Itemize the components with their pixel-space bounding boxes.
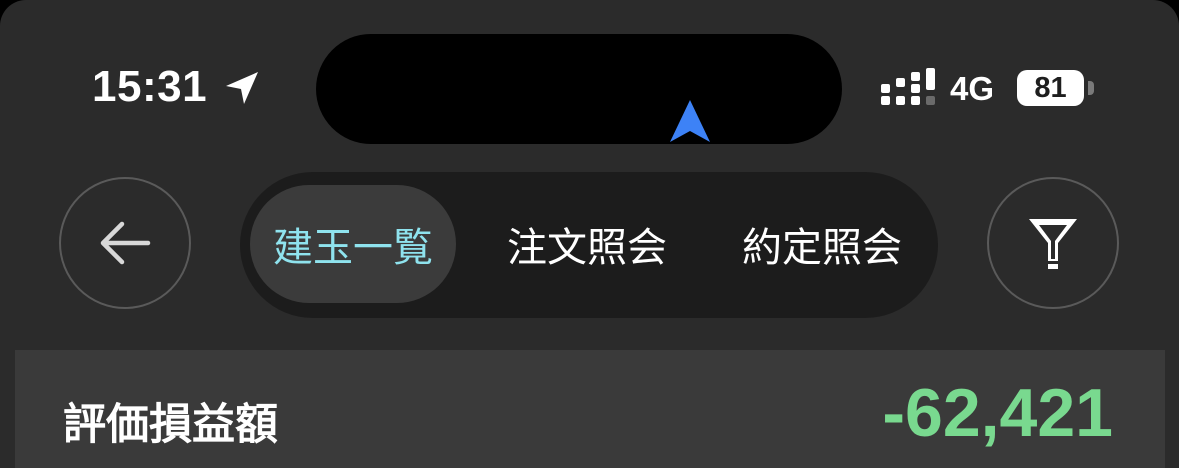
valuation-pnl-value: -62,421 <box>882 375 1113 451</box>
tab-positions[interactable]: 建玉一覧 <box>250 185 456 303</box>
signal-icon <box>881 68 935 105</box>
back-arrow-icon <box>100 221 151 265</box>
battery-cap <box>1088 81 1094 95</box>
filter-icon <box>1029 219 1077 269</box>
valuation-pnl-bar: 評価損益額 -62,421 <box>15 350 1165 468</box>
navigation-arrow-icon <box>670 100 710 142</box>
tab-segmented-control: 建玉一覧 注文照会 約定照会 <box>240 172 938 318</box>
filter-button[interactable] <box>987 177 1119 309</box>
tab-order-inquiry[interactable]: 注文照会 <box>476 185 698 303</box>
tab-execution-inquiry[interactable]: 約定照会 <box>712 185 932 303</box>
back-button[interactable] <box>59 177 191 309</box>
battery-level: 81 <box>1034 71 1067 104</box>
battery-icon: 81 <box>1017 70 1084 106</box>
valuation-pnl-label: 評価損益額 <box>63 400 278 450</box>
dynamic-island[interactable] <box>316 34 842 144</box>
status-time: 15:31 <box>92 62 208 111</box>
location-arrow-icon <box>226 72 258 104</box>
app-screen: 15:31 4G 81 建玉一覧 注文照会 約定照会 評価損益額 -62,421 <box>0 0 1179 468</box>
network-type: 4G <box>950 70 995 107</box>
